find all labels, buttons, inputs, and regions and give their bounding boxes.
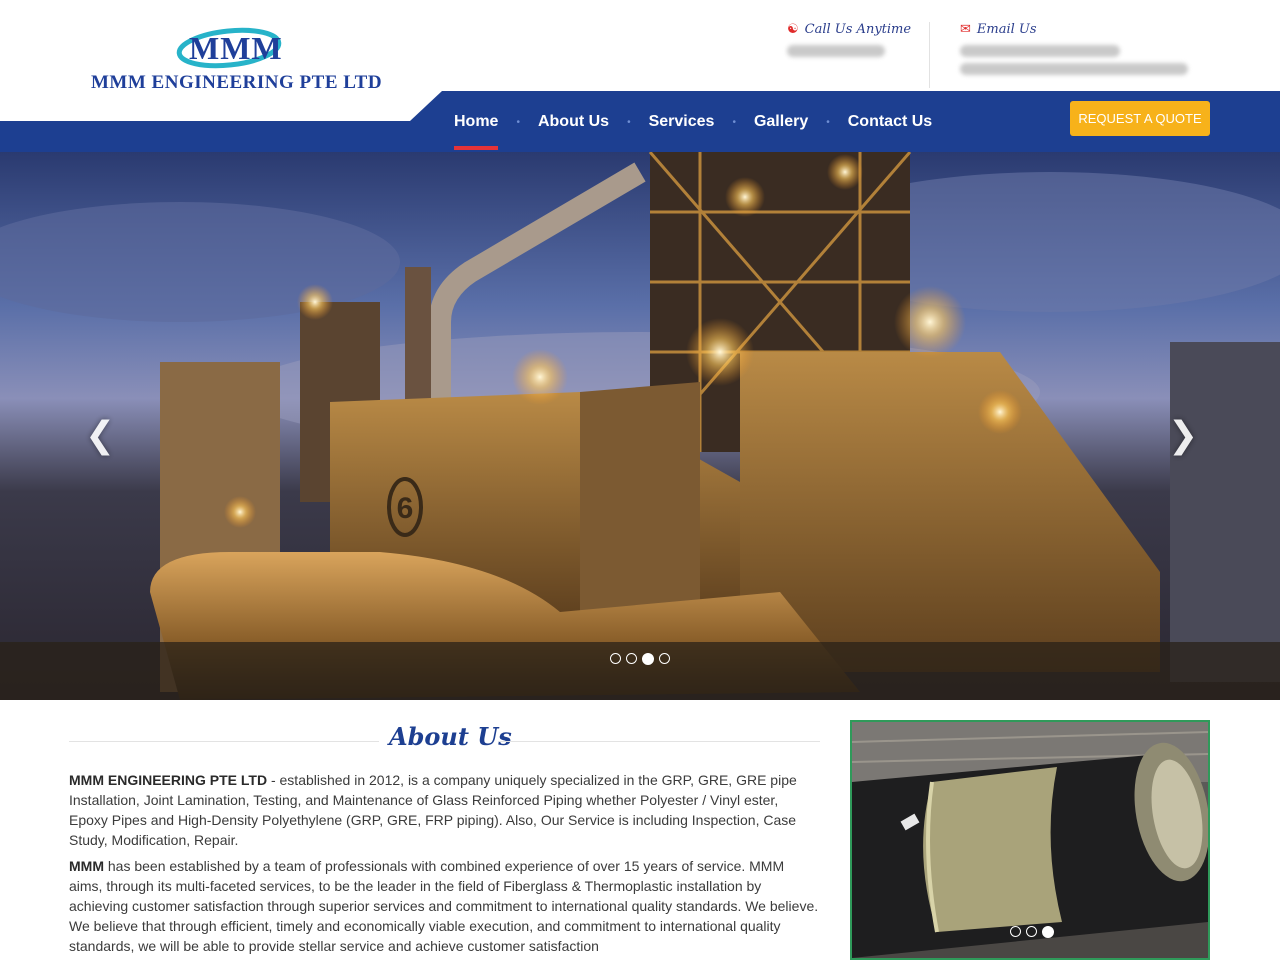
side-slide-dot-3[interactable] <box>1042 926 1054 938</box>
contact-divider <box>929 22 930 88</box>
about-paragraph-1: MMM ENGINEERING PTE LTD - established in… <box>69 770 820 850</box>
company-lead: MMM ENGINEERING PTE LTD <box>69 772 268 788</box>
hero-slide-indicators <box>610 653 670 665</box>
slide-dot-4[interactable] <box>659 653 670 664</box>
about-heading-row: About Us <box>69 720 820 764</box>
nav-gallery[interactable]: Gallery <box>740 100 822 144</box>
pipe-joint-photo <box>852 722 1208 958</box>
request-quote-button[interactable]: REQUEST A QUOTE <box>1070 101 1210 136</box>
nav-separator: • <box>516 116 520 128</box>
about-paragraph-2-text: has been established by a team of profes… <box>69 858 819 954</box>
side-image-slider <box>850 720 1210 960</box>
call-contact: ☯ Call Us Anytime <box>787 22 927 57</box>
nav-home[interactable]: Home <box>440 100 512 150</box>
logo-mark: MMM <box>189 30 283 66</box>
headset-icon: ☯ <box>787 22 799 37</box>
email-title: Email Us <box>976 22 1037 37</box>
mmm-lead: MMM <box>69 858 104 874</box>
chevron-left-icon[interactable]: ❮ <box>85 414 115 456</box>
slide-dot-3[interactable] <box>642 653 654 665</box>
nav-separator: • <box>732 116 736 128</box>
about-title: About Us <box>389 722 512 751</box>
about-paragraph-2: MMM has been established by a team of pr… <box>69 856 820 956</box>
slide-dot-2[interactable] <box>626 653 637 664</box>
nav-bar-wedge <box>0 91 442 121</box>
phone-number-redacted <box>787 45 885 57</box>
nav-services[interactable]: Services <box>635 100 729 144</box>
email-redacted-1 <box>960 45 1120 57</box>
main-nav: Home • About Us • Services • Gallery • C… <box>440 100 946 150</box>
nav-contact-us[interactable]: Contact Us <box>834 100 946 144</box>
envelope-icon: ✉ <box>960 22 971 37</box>
nav-about-us[interactable]: About Us <box>524 100 623 144</box>
hero-slider: 6 ❮ ❯ <box>0 152 1280 700</box>
heading-rule-left <box>69 741 379 742</box>
hero-industrial-plant-image: 6 <box>0 152 1280 700</box>
side-slide-indicators <box>1010 926 1054 938</box>
slide-dot-1[interactable] <box>610 653 621 664</box>
nav-separator: • <box>627 116 631 128</box>
logo[interactable]: MMM MMM ENGINEERING PTE LTD <box>88 14 388 100</box>
site-header: MMM MMM ENGINEERING PTE LTD ☯ Call Us An… <box>0 0 1280 152</box>
email-contact: ✉ Email Us <box>960 22 1190 75</box>
side-slide-dot-1[interactable] <box>1010 926 1021 937</box>
chevron-right-icon[interactable]: ❯ <box>1168 414 1198 456</box>
nav-separator: • <box>826 116 830 128</box>
heading-rule-right <box>499 741 820 742</box>
building-number-label: 6 <box>397 492 414 525</box>
call-title: Call Us Anytime <box>804 22 912 37</box>
about-section: About Us MMM ENGINEERING PTE LTD - estab… <box>69 720 820 956</box>
side-slide-dot-2[interactable] <box>1026 926 1037 937</box>
email-redacted-2 <box>960 63 1188 75</box>
